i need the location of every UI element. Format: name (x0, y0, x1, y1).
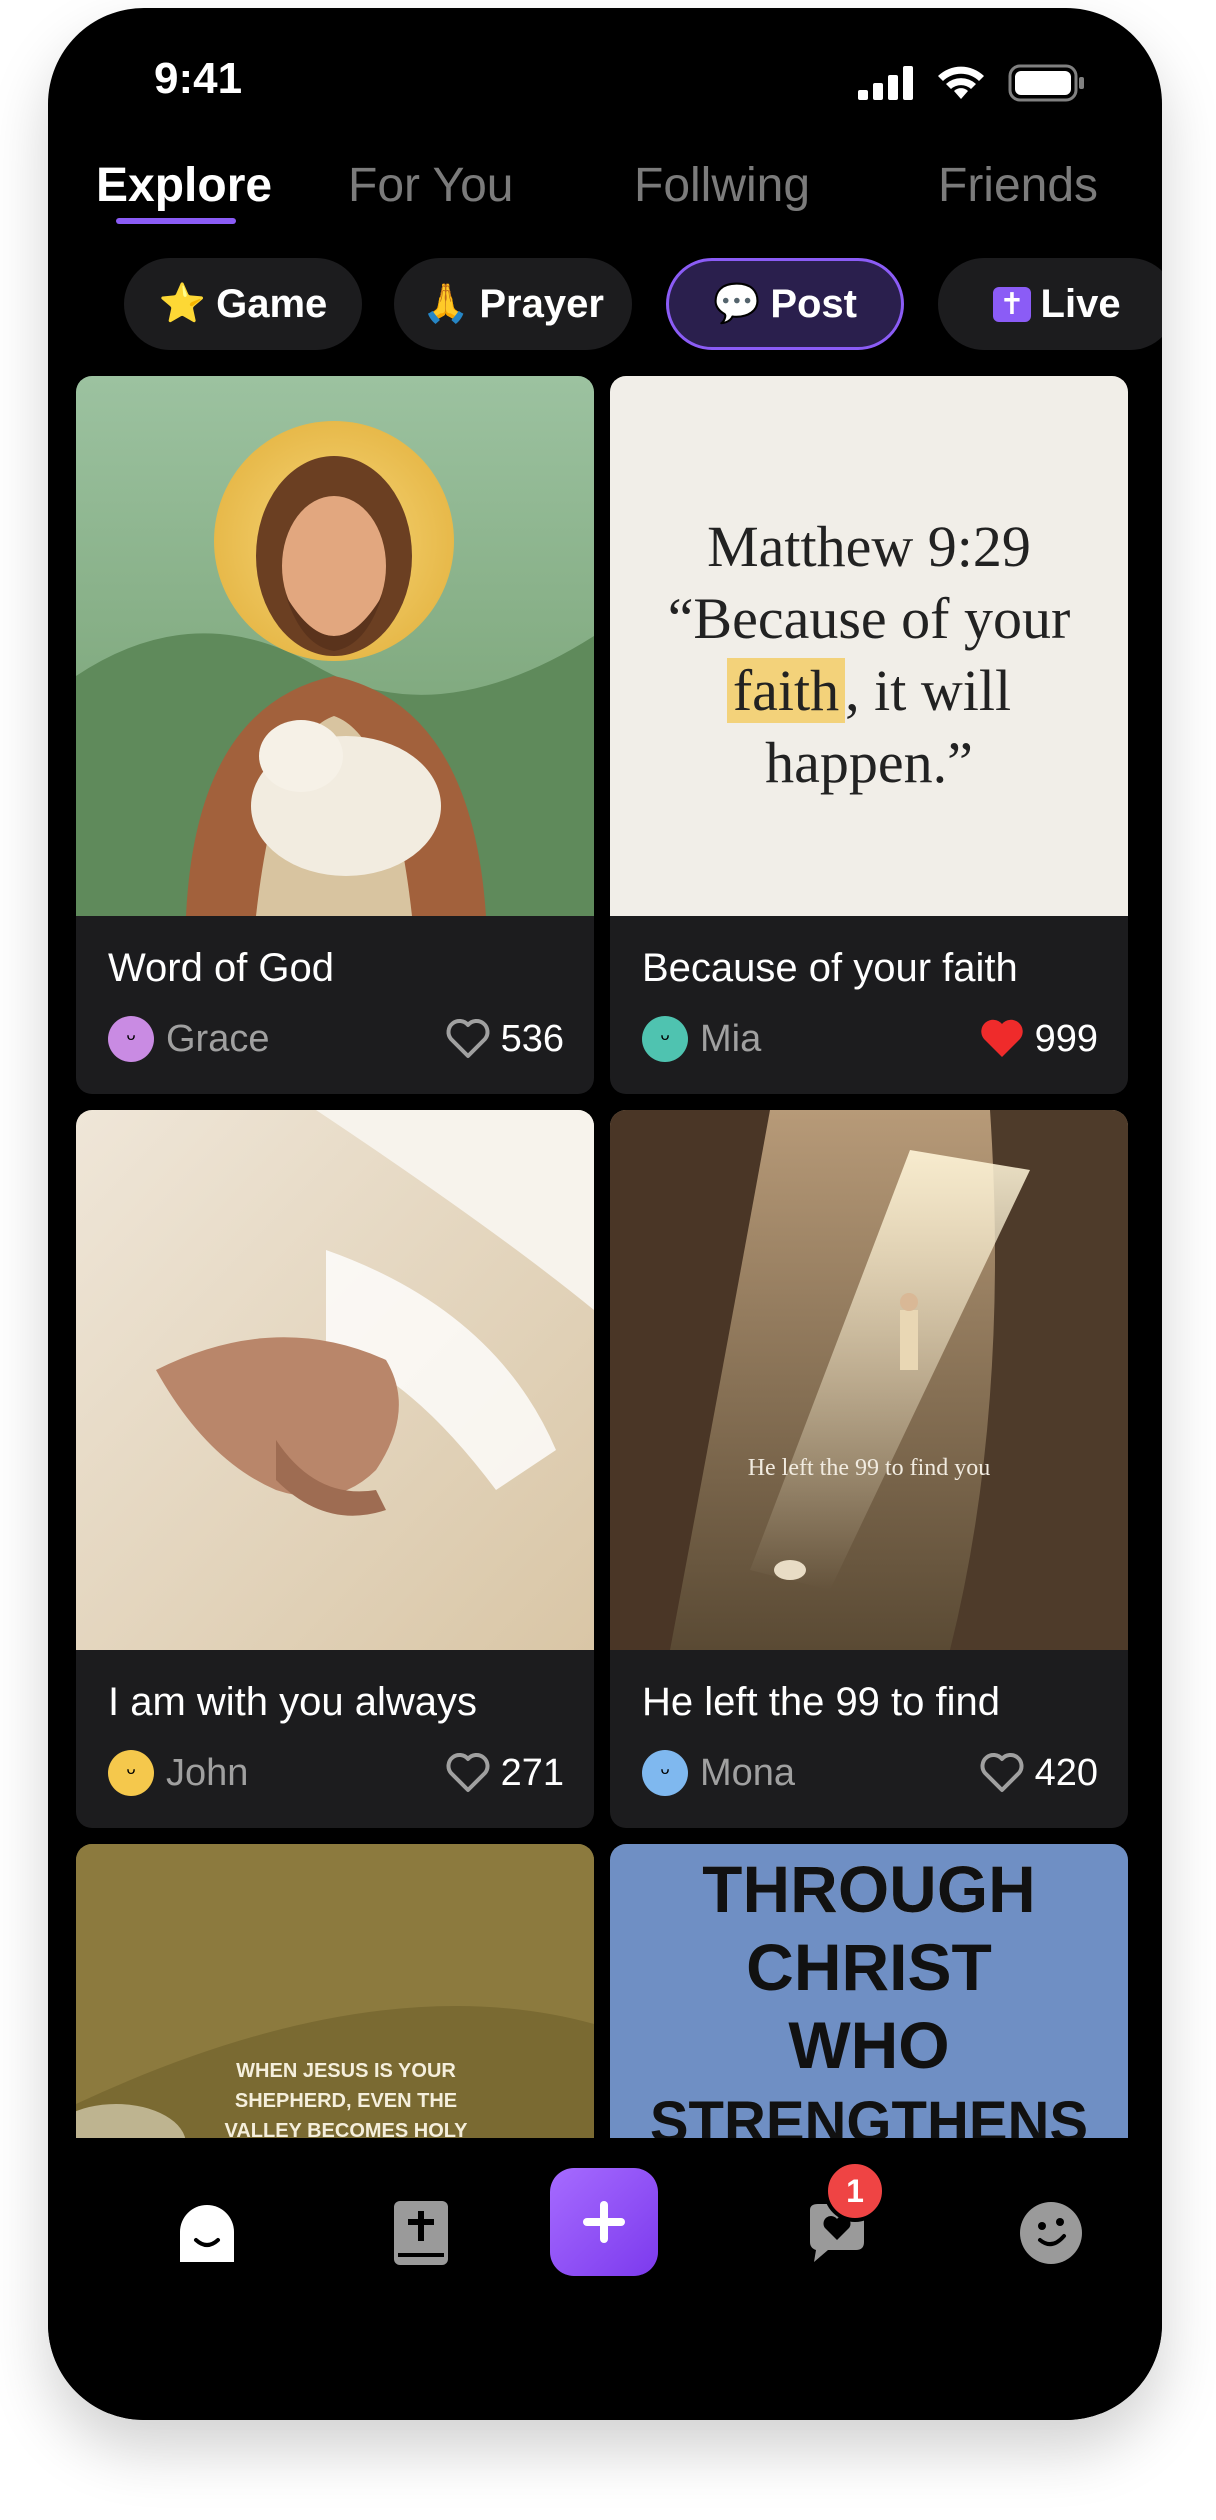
create-post-button[interactable] (550, 2168, 658, 2276)
verse-line-2: faith, it will (610, 655, 1128, 727)
tab-for-you[interactable]: For You (348, 158, 513, 213)
verse-reference: Matthew 9:29 (707, 514, 1031, 579)
plus-icon (583, 2201, 625, 2243)
heart-outline-icon (980, 1753, 1024, 1792)
chip-post-label: Post (770, 281, 857, 326)
nav-profile[interactable] (996, 2178, 1106, 2288)
post-card[interactable]: He left the 99 to find you He left the 9… (610, 1110, 1128, 1828)
like-count: 536 (500, 1017, 564, 1060)
home-face-icon (180, 2205, 234, 2262)
tab-following[interactable]: Follwing (634, 158, 810, 213)
cross-icon: ✝ (993, 286, 1031, 322)
post-meta: ᵕ Grace 536 (108, 1016, 564, 1062)
top-tabs: Explore For You Follwing Friends (76, 148, 1136, 238)
post-meta: ᵕ Mona 420 (642, 1750, 1098, 1796)
like-count: 999 (1034, 1017, 1098, 1060)
avatar[interactable]: ᵕ (642, 1750, 688, 1796)
praying-hands-icon: 🙏 (422, 283, 470, 325)
post-image-verse: Matthew 9:29 “Because of your faith, it … (610, 376, 1128, 916)
chip-post[interactable]: 💬 Post (666, 258, 904, 350)
post-card[interactable]: I am with you always ᵕ John 271 (76, 1110, 594, 1828)
post-image-jesus-lamb (76, 376, 594, 916)
avatar[interactable]: ᵕ (642, 1016, 688, 1062)
chip-live[interactable]: ✝ Live (938, 258, 1162, 350)
avatar[interactable]: ᵕ (108, 1750, 154, 1796)
like-button[interactable]: 536 (445, 1018, 564, 1061)
tab-explore[interactable]: Explore (96, 158, 272, 213)
post-meta: ᵕ John 271 (108, 1750, 564, 1796)
speech-bubble-icon: 💬 (712, 283, 761, 325)
category-chips: ⭐ Game 🙏 Prayer 💬 Post ✝ Live (76, 258, 1162, 354)
image-text-block: THROUGH CHRIST WHO STRENGTHENS (610, 1850, 1128, 2162)
image-text-line: CHRIST (746, 1930, 992, 2004)
heart-filled-icon (980, 1019, 1023, 1057)
active-tab-indicator (116, 218, 236, 224)
verse-highlight: faith (726, 658, 846, 723)
post-image-outstretched-hand (76, 1110, 594, 1650)
post-title: He left the 99 to find (642, 1680, 1001, 1724)
phone-frame: 9:41 Explore For You Follwing Friends ⭐ … (48, 8, 1162, 2420)
image-caption: He left the 99 to find you (747, 1455, 991, 1481)
heart-outline-icon (446, 1019, 490, 1058)
status-bar: 9:41 (48, 8, 1162, 158)
post-username[interactable]: John (166, 1752, 445, 1795)
post-card[interactable]: Word of God ᵕ Grace 536 (76, 376, 594, 1094)
like-button[interactable]: 420 (979, 1752, 1098, 1795)
nav-home[interactable] (152, 2178, 262, 2288)
battery-icon (1008, 64, 1084, 102)
heart-outline-icon (446, 1753, 490, 1792)
like-button[interactable]: 999 (979, 1018, 1098, 1061)
messages-badge: 1 (824, 2160, 886, 2222)
smiley-profile-icon (1020, 2202, 1082, 2264)
like-button[interactable]: 271 (445, 1752, 564, 1795)
verse-line-3: happen.” (765, 730, 973, 795)
image-text-line: WHO (788, 2008, 950, 2082)
wifi-icon (938, 66, 984, 99)
chip-game-label: Game (216, 281, 328, 326)
post-username[interactable]: Mia (700, 1018, 979, 1061)
like-count: 420 (1034, 1751, 1098, 1794)
chip-prayer-label: Prayer (479, 281, 604, 326)
chip-prayer[interactable]: 🙏 Prayer (394, 258, 632, 350)
tab-friends[interactable]: Friends (938, 158, 1098, 213)
post-title: Word of God (108, 946, 335, 990)
avatar[interactable]: ᵕ (108, 1016, 154, 1062)
post-title: Because of your faith (642, 946, 1018, 990)
star-icon: ⭐ (158, 283, 207, 325)
status-icons (858, 64, 1086, 102)
chip-game[interactable]: ⭐ Game (124, 258, 362, 350)
post-meta: ᵕ Mia 999 (642, 1016, 1098, 1062)
verse-line-2-rest: , it will (845, 658, 1012, 723)
chip-live-label: Live (1040, 281, 1121, 326)
bible-icon (394, 2201, 448, 2265)
post-title: I am with you always (108, 1680, 478, 1724)
post-username[interactable]: Grace (166, 1018, 445, 1061)
status-time: 9:41 (154, 54, 243, 103)
signal-icon (858, 66, 913, 100)
like-count: 271 (500, 1751, 564, 1794)
nav-bible[interactable] (366, 2178, 476, 2288)
verse-line-1: “Because of your (667, 586, 1071, 651)
post-card[interactable]: Matthew 9:29 “Because of your faith, it … (610, 376, 1128, 1094)
post-image-shepherd-valley (610, 1110, 1128, 1650)
image-text-line: THROUGH (702, 1852, 1036, 1926)
post-username[interactable]: Mona (700, 1752, 979, 1795)
